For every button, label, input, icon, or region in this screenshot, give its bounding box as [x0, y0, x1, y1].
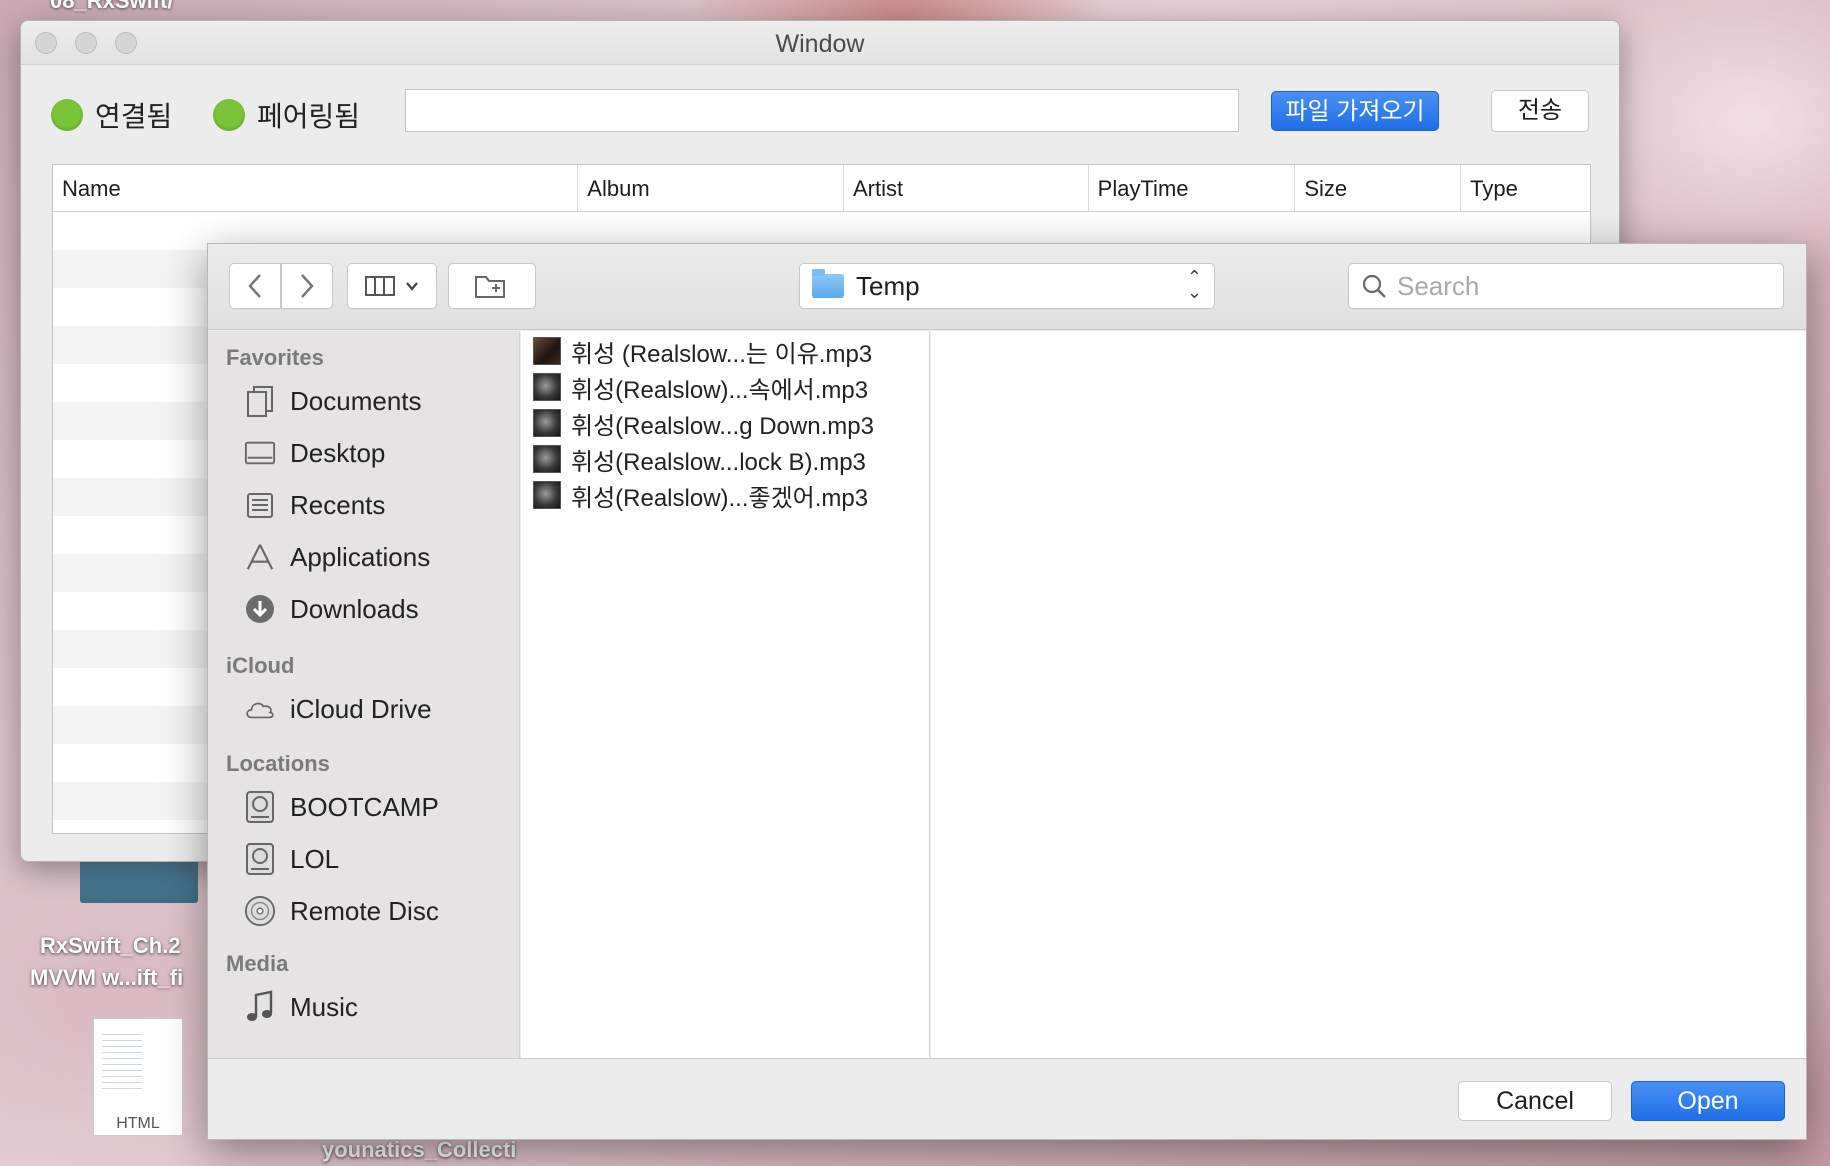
album-art-icon — [533, 445, 561, 473]
open-panel: Temp ⌃ ⌄ Search Favorites Documents Deskt… — [207, 243, 1807, 1140]
window-title: Window — [775, 30, 865, 58]
sidebar-item-music[interactable]: Music — [208, 981, 519, 1033]
sidebar-section-favorites: Favorites — [226, 345, 324, 370]
sidebar-item-documents[interactable]: Documents — [208, 375, 519, 427]
recents-icon — [244, 489, 276, 521]
desktop-html-file-icon[interactable]: HTML — [93, 1018, 183, 1136]
hard-drive-icon — [244, 791, 276, 823]
sidebar-item-applications[interactable]: Applications — [208, 531, 519, 583]
search-icon — [1362, 274, 1386, 298]
file-preview-lines — [102, 1029, 142, 1089]
file-name: 휘성(Realslow)...좋겠어.mp3 — [571, 484, 869, 512]
cloud-icon — [244, 693, 276, 725]
column-header-size[interactable]: Size — [1295, 165, 1462, 211]
sidebar-section-media: Media — [226, 951, 289, 976]
sidebar-item-label: Music — [290, 991, 358, 1022]
paired-led-icon — [213, 99, 245, 131]
desktop-icon — [244, 437, 276, 469]
status-connected-label: 연결됨 — [95, 101, 173, 132]
preview-column — [931, 331, 1806, 1058]
file-name: 휘성(Realslow)...속에서.mp3 — [571, 376, 869, 404]
music-note-icon — [244, 990, 276, 1023]
chevron-right-icon — [301, 274, 314, 298]
sidebar-item-label: iCloud Drive — [290, 693, 432, 724]
album-art-icon — [533, 373, 561, 401]
location-popup[interactable]: Temp ⌃ ⌄ — [799, 263, 1215, 309]
search-placeholder: Search — [1397, 270, 1480, 301]
sidebar-item-label: Downloads — [290, 593, 419, 624]
file-name: 휘성 (Realslow...는 이유.mp3 — [571, 340, 873, 368]
hard-drive-icon — [244, 843, 276, 875]
panel-toolbar: Temp ⌃ ⌄ Search — [208, 244, 1806, 330]
list-item[interactable]: 휘성(Realslow)...좋겠어.mp3 — [521, 477, 929, 513]
sidebar-item-label: Documents — [290, 385, 422, 416]
column-header-playtime[interactable]: PlayTime — [1089, 165, 1296, 211]
applications-icon — [244, 541, 276, 573]
open-button[interactable]: Open — [1631, 1081, 1785, 1121]
sidebar-section-icloud: iCloud — [226, 653, 295, 678]
sidebar-item-lol[interactable]: LOL — [208, 833, 519, 885]
path-input[interactable] — [405, 89, 1239, 132]
sidebar-item-label: Applications — [290, 541, 431, 572]
send-button[interactable]: 전송 — [1491, 90, 1589, 132]
location-label: Temp — [856, 270, 920, 301]
desktop-folder-label-2: MVVM w...ift_fi — [30, 965, 184, 990]
list-item[interactable]: 휘성(Realslow)...속에서.mp3 — [521, 369, 929, 405]
sidebar-item-remote-disc[interactable]: Remote Disc — [208, 885, 519, 937]
panel-bottom-bar: Cancel Open — [208, 1058, 1806, 1139]
connected-led-icon — [51, 99, 83, 131]
file-browser-column[interactable]: 휘성 (Realslow...는 이유.mp3 휘성(Realslow)...속… — [521, 331, 930, 1058]
chevron-down-icon — [406, 282, 418, 291]
sidebar-item-label: LOL — [290, 843, 340, 874]
sidebar: Favorites Documents Desktop Recents Appl… — [208, 331, 520, 1058]
documents-icon — [244, 385, 276, 417]
album-art-icon — [533, 409, 561, 437]
column-header-name[interactable]: Name — [53, 165, 579, 211]
column-view-icon — [365, 276, 395, 296]
window-titlebar: Window — [21, 21, 1619, 65]
sidebar-item-label: BOOTCAMP — [290, 791, 439, 822]
sidebar-item-recents[interactable]: Recents — [208, 479, 519, 531]
file-name: 휘성(Realslow...g Down.mp3 — [571, 412, 874, 440]
disc-icon — [244, 895, 276, 927]
sidebar-section-locations: Locations — [226, 751, 330, 776]
album-art-icon — [533, 337, 561, 365]
sidebar-item-downloads[interactable]: Downloads — [208, 583, 519, 635]
sidebar-item-icloud-drive[interactable]: iCloud Drive — [208, 683, 519, 735]
forward-button[interactable] — [281, 263, 333, 309]
column-header-type[interactable]: Type — [1461, 165, 1590, 211]
file-name: 휘성(Realslow...lock B).mp3 — [571, 448, 866, 476]
sidebar-item-label: Recents — [290, 489, 386, 520]
list-item[interactable]: 휘성(Realslow...g Down.mp3 — [521, 405, 929, 441]
album-art-icon — [533, 481, 561, 509]
sidebar-item-label: Remote Disc — [290, 895, 439, 926]
status-connected: 연결됨 — [51, 95, 172, 135]
downloads-icon — [244, 593, 276, 625]
status-paired-label: 페어링됨 — [257, 101, 361, 132]
sidebar-item-desktop[interactable]: Desktop — [208, 427, 519, 479]
new-folder-icon — [475, 276, 505, 298]
desktop-item-label: 08_RxSwift/ — [50, 0, 174, 13]
column-header-artist[interactable]: Artist — [844, 165, 1089, 211]
list-item[interactable]: 휘성(Realslow...lock B).mp3 — [521, 441, 929, 477]
status-paired: 페어링됨 — [213, 95, 360, 135]
list-item[interactable]: 휘성 (Realslow...는 이유.mp3 — [521, 333, 929, 369]
file-ext-label: HTML — [116, 1115, 160, 1132]
folder-icon — [812, 269, 844, 298]
sidebar-item-label: Desktop — [290, 437, 386, 468]
sidebar-item-bootcamp[interactable]: BOOTCAMP — [208, 781, 519, 833]
view-mode-button[interactable] — [347, 263, 437, 309]
table-header: Name Album Artist PlayTime Size Type — [53, 165, 1590, 212]
import-file-button[interactable]: 파일 가져오기 — [1271, 91, 1439, 131]
column-header-album[interactable]: Album — [578, 165, 844, 211]
new-folder-button[interactable] — [448, 263, 536, 309]
chevron-left-icon — [248, 274, 261, 298]
back-button[interactable] — [229, 263, 281, 309]
search-field[interactable]: Search — [1348, 263, 1784, 309]
desktop-folder-label-1: RxSwift_Ch.2 — [40, 933, 181, 958]
updown-arrows-icon: ⌃ ⌄ — [1186, 267, 1202, 302]
cancel-button[interactable]: Cancel — [1458, 1081, 1612, 1121]
